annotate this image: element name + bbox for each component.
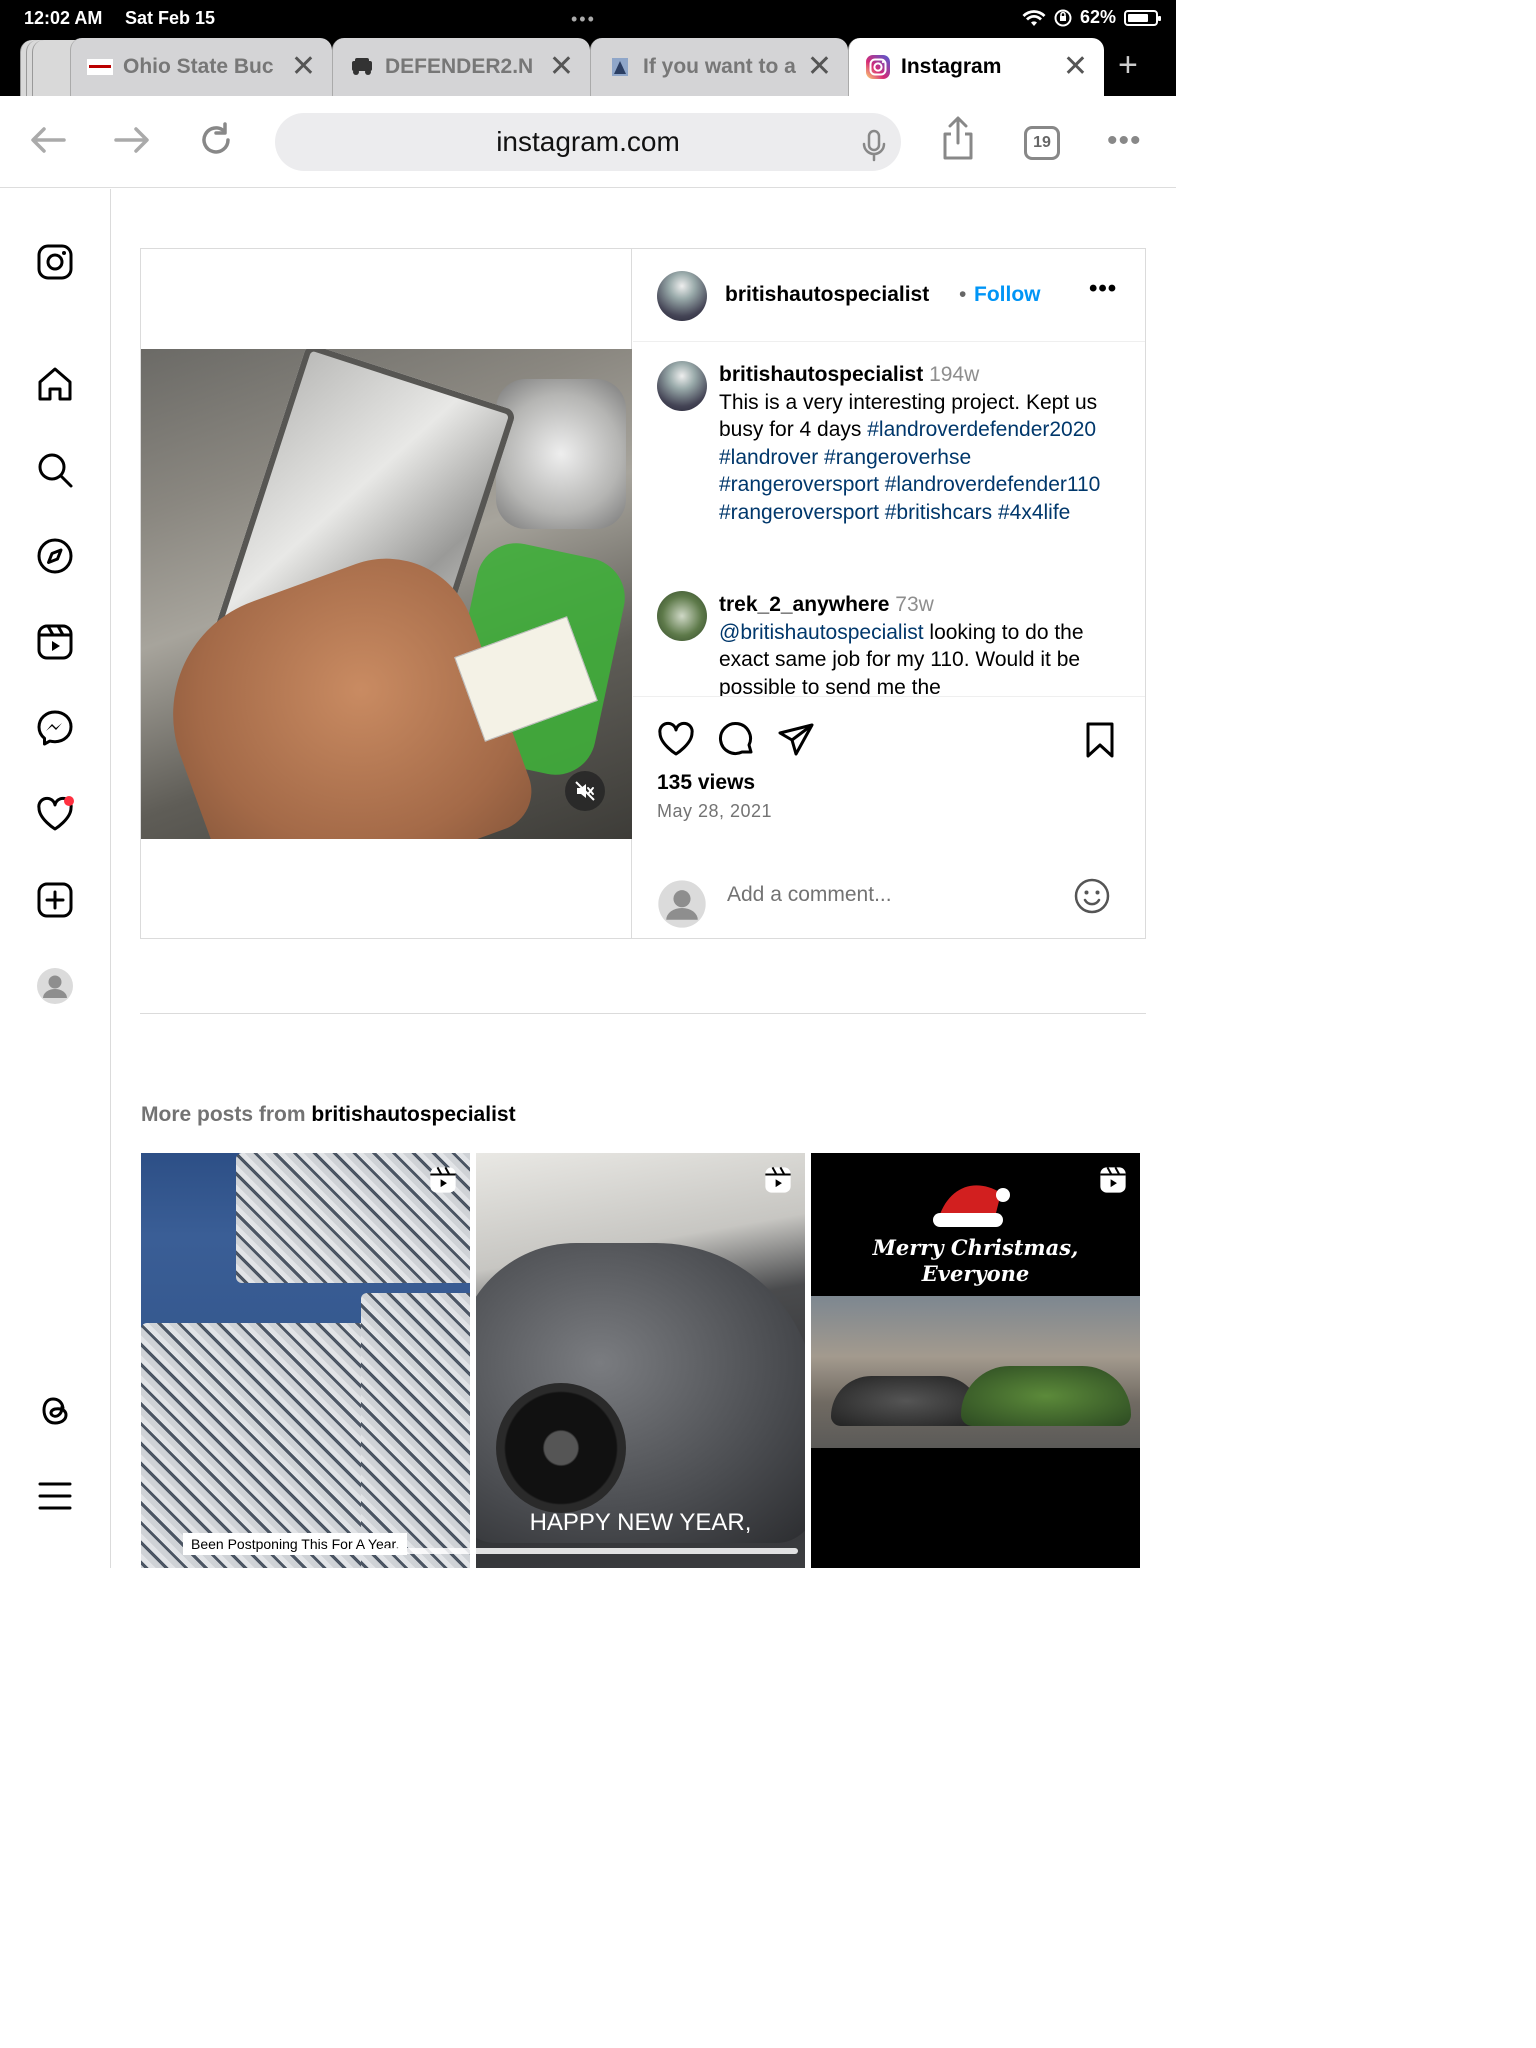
page-favicon-icon: [607, 56, 633, 78]
tab-title: DEFENDER2.N: [385, 55, 534, 78]
reels-icon[interactable]: [34, 621, 76, 663]
post-card: britishautospecialist • Follow ••• briti…: [140, 248, 1146, 939]
threads-icon[interactable]: [34, 1389, 76, 1431]
tab-if-you-want[interactable]: If you want to a ✕: [590, 38, 848, 96]
add-comment-bar: Add a comment...: [633, 859, 1145, 937]
separator-dot: •: [959, 283, 967, 306]
comment: trek_2_anywhere 73w @britishautospeciali…: [719, 591, 1129, 696]
close-icon[interactable]: ✕: [549, 52, 574, 82]
reel-icon: [428, 1165, 458, 1200]
more-posts-prefix: More posts from: [141, 1103, 312, 1126]
author-avatar[interactable]: [657, 271, 707, 321]
forward-arrow-icon[interactable]: [108, 116, 156, 164]
christmas-line-1: Merry Christmas,: [872, 1235, 1079, 1260]
more-posts-owner[interactable]: britishautospecialist: [311, 1103, 515, 1126]
messenger-icon[interactable]: [34, 707, 76, 749]
section-divider: [140, 1013, 1146, 1014]
car-favicon-icon: [349, 56, 375, 78]
instagram-sidebar: [0, 189, 111, 1568]
reel-icon: [1098, 1165, 1128, 1200]
multitask-dots-icon[interactable]: •••: [571, 9, 596, 30]
status-time: 12:02 AM: [24, 8, 103, 28]
comment-age: 73w: [895, 593, 934, 616]
reel-icon: [763, 1165, 793, 1200]
post-video[interactable]: [141, 349, 632, 839]
post-actions: [657, 721, 1127, 761]
caption-avatar[interactable]: [657, 361, 707, 411]
grid-post-caption: HAPPY NEW YEAR,: [529, 1509, 752, 1536]
reload-icon[interactable]: [192, 116, 240, 164]
home-indicator[interactable]: [380, 1548, 798, 1554]
caption: britishautospecialist 194w This is a ver…: [719, 361, 1129, 526]
url-text: instagram.com: [496, 126, 680, 157]
tab-ohio-state[interactable]: Ohio State Buc ✕: [70, 38, 332, 96]
grid-post-3[interactable]: Merry Christmas, Everyone: [811, 1153, 1140, 1568]
tab-title: If you want to a: [643, 55, 796, 78]
menu-hamburger-icon[interactable]: [34, 1475, 76, 1517]
battery-icon: [1124, 9, 1161, 26]
emoji-icon[interactable]: [1073, 877, 1111, 920]
status-bar: 12:02 AM Sat Feb 15 ••• 62%: [0, 0, 1176, 36]
close-icon[interactable]: ✕: [807, 52, 832, 82]
more-posts-heading: More posts from britishautospecialist: [141, 1103, 516, 1127]
instagram-favicon-icon: [865, 55, 891, 79]
browser-toolbar: instagram.com 19 •••: [0, 96, 1176, 188]
more-options-icon[interactable]: •••: [1107, 126, 1142, 156]
grid-post-caption: Been Postponing This For A Year.: [183, 1533, 408, 1555]
author-username[interactable]: britishautospecialist: [725, 283, 929, 307]
wifi-icon: [1022, 9, 1046, 26]
profile-avatar-icon[interactable]: [34, 965, 76, 1007]
comment-bubble-icon[interactable]: [718, 721, 756, 759]
notifications-heart-icon[interactable]: [34, 793, 76, 835]
status-date: Sat Feb 15: [125, 8, 216, 28]
address-bar[interactable]: instagram.com: [275, 113, 901, 171]
santa-hat-icon: [929, 1173, 1013, 1238]
comments-list[interactable]: britishautospecialist 194w This is a ver…: [633, 343, 1145, 697]
explore-compass-icon[interactable]: [34, 535, 76, 577]
current-user-avatar: [657, 879, 707, 934]
christmas-line-2: Everyone: [921, 1261, 1030, 1286]
caption-age: 194w: [929, 363, 980, 386]
share-send-icon[interactable]: [777, 721, 815, 759]
post-date: May 28, 2021: [657, 801, 773, 821]
post-header: britishautospecialist • Follow •••: [633, 249, 1145, 342]
tab-defender[interactable]: DEFENDER2.N ✕: [332, 38, 590, 96]
tab-count-button[interactable]: 19: [1024, 126, 1060, 160]
follow-button[interactable]: Follow: [974, 283, 1041, 307]
home-icon[interactable]: [34, 363, 76, 405]
battery-percent: 62%: [1079, 7, 1116, 27]
back-arrow-icon[interactable]: [24, 116, 72, 164]
status-right: 62%: [1022, 7, 1161, 28]
mute-speaker-icon[interactable]: [565, 771, 605, 811]
view-count[interactable]: 135 views: [657, 771, 755, 795]
like-heart-icon[interactable]: [657, 721, 695, 759]
create-post-icon[interactable]: [34, 879, 76, 921]
tab-instagram[interactable]: Instagram ✕: [848, 38, 1104, 96]
commenter-username[interactable]: trek_2_anywhere: [719, 593, 889, 616]
post-options-icon[interactable]: •••: [1089, 275, 1117, 303]
comment-mention[interactable]: @britishautospecialist: [719, 621, 924, 644]
post-side-panel: britishautospecialist • Follow ••• briti…: [633, 249, 1145, 938]
save-bookmark-icon[interactable]: [1083, 721, 1121, 759]
ohio-state-favicon-icon: [87, 56, 113, 78]
close-icon[interactable]: ✕: [1063, 52, 1088, 82]
grid-post-2[interactable]: HAPPY NEW YEAR,: [476, 1153, 805, 1568]
caption-username[interactable]: britishautospecialist: [719, 363, 923, 386]
commenter-avatar[interactable]: [657, 591, 707, 641]
post-media: [141, 249, 632, 938]
notification-dot: [64, 796, 74, 806]
instagram-logo-icon[interactable]: [34, 241, 76, 283]
share-icon[interactable]: [934, 114, 982, 162]
grid-post-1[interactable]: Been Postponing This For A Year.: [141, 1153, 470, 1568]
tab-title: Instagram: [901, 55, 1002, 78]
christmas-greeting: Merry Christmas, Everyone: [811, 1235, 1140, 1287]
add-comment-input[interactable]: Add a comment...: [727, 883, 892, 907]
tab-bar: Ohio State Buc ✕ DEFENDER2.N ✕ If you wa…: [0, 36, 1176, 96]
tab-title: Ohio State Buc: [123, 55, 274, 78]
new-tab-icon[interactable]: +: [1118, 48, 1138, 82]
close-icon[interactable]: ✕: [291, 52, 316, 82]
microphone-icon[interactable]: [861, 125, 887, 183]
search-icon[interactable]: [34, 449, 76, 491]
orientation-lock-icon: [1054, 9, 1072, 26]
